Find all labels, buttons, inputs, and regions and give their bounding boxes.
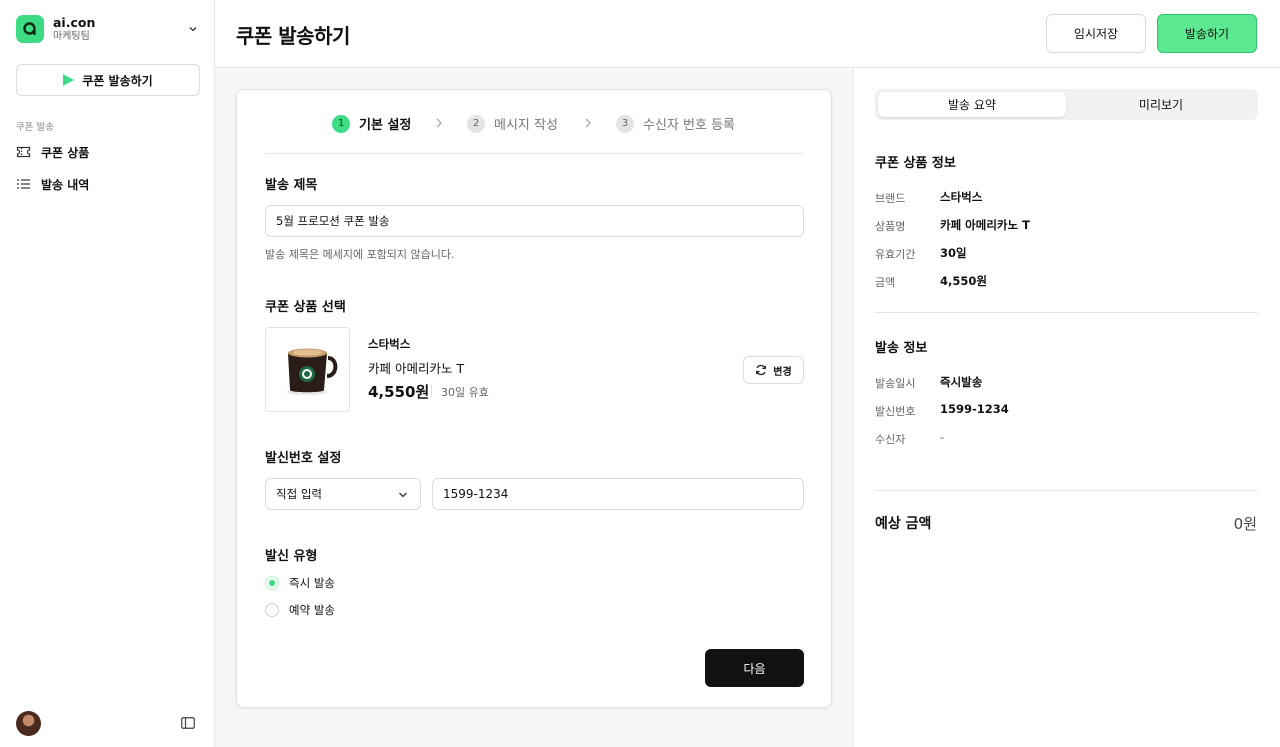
- logo-icon: [23, 22, 36, 35]
- send-type-label: 발신 유형: [265, 549, 318, 564]
- product-info-title: 쿠폰 상품 정보: [875, 156, 956, 171]
- chevron-down-icon: [399, 492, 407, 498]
- step-basic-settings[interactable]: 1 기본 설정: [332, 114, 411, 133]
- sidebar-send-coupon-label: 쿠폰 발송하기: [82, 73, 153, 88]
- next-button[interactable]: 다음: [705, 649, 804, 687]
- step-number: 1: [332, 114, 350, 133]
- info-key: 발송일시: [875, 377, 916, 390]
- tab-send-summary[interactable]: 발송 요약: [878, 92, 1066, 117]
- sender-number-input[interactable]: [432, 478, 804, 510]
- stepper: 1 기본 설정 2 메시지 작성 3 수신자 번호 등록: [265, 110, 803, 154]
- radio-label: 즉시 발송: [289, 576, 335, 590]
- send-title-helper: 발송 제목은 메세지에 포함되지 않습니다.: [265, 248, 455, 261]
- product-price: 4,550원: [368, 383, 430, 401]
- page-header: 쿠폰 발송하기 임시저장 발송하기: [215, 0, 1280, 68]
- org-switcher[interactable]: ai.con 마케팅팀: [16, 14, 200, 44]
- chevron-down-icon: [189, 27, 197, 32]
- send-title-label: 발송 제목: [265, 178, 318, 193]
- send-info-title: 발송 정보: [875, 341, 928, 356]
- step-recipient-register[interactable]: 3 수신자 번호 등록: [616, 114, 735, 133]
- step-label: 기본 설정: [359, 118, 412, 133]
- summary-panel: 발송 요약 미리보기 쿠폰 상품 정보 브랜드 스타벅스 상품명 카페 아메리카…: [853, 68, 1280, 747]
- sidebar-item-send-history[interactable]: 발송 내역: [16, 172, 200, 196]
- form-card: 1 기본 설정 2 메시지 작성 3 수신자 번호 등록 발송 제목 발송 제목…: [236, 89, 832, 708]
- radio-button[interactable]: [265, 603, 279, 617]
- radio-scheduled-send[interactable]: 예약 발송: [265, 602, 335, 618]
- step-number: 3: [616, 114, 634, 133]
- total-amount-label: 예상 금액: [875, 516, 932, 532]
- sender-type-value: 직접 입력: [276, 487, 322, 501]
- info-key: 상품명: [875, 220, 906, 233]
- radio-label: 예약 발송: [289, 603, 335, 617]
- change-product-button[interactable]: 변경: [743, 356, 804, 384]
- chevron-right-icon: [436, 118, 442, 128]
- info-key: 발신번호: [875, 405, 916, 418]
- coffee-mug-icon: [287, 348, 338, 395]
- ticket-icon: [16, 146, 31, 158]
- step-number: 2: [467, 114, 485, 133]
- send-title-input[interactable]: [265, 205, 804, 237]
- product-select-label: 쿠폰 상품 선택: [265, 300, 346, 315]
- divider: [875, 312, 1258, 313]
- step-label: 수신자 번호 등록: [643, 118, 735, 133]
- divider: [431, 385, 432, 397]
- play-icon: [63, 74, 75, 86]
- org-name: ai.con: [53, 15, 96, 30]
- info-value: 4,550원: [940, 274, 987, 288]
- sidebar-item-label: 쿠폰 상품: [41, 145, 90, 160]
- product-brand: 스타벅스: [368, 337, 411, 351]
- page-title: 쿠폰 발송하기: [236, 24, 350, 48]
- chevron-right-icon: [585, 118, 591, 128]
- product-name: 카페 아메리카노 T: [368, 361, 465, 376]
- org-logo: [16, 15, 44, 43]
- info-key: 브랜드: [875, 192, 906, 205]
- radio-immediate-send[interactable]: 즉시 발송: [265, 575, 335, 591]
- save-draft-button[interactable]: 임시저장: [1046, 14, 1146, 53]
- sender-number-label: 발신번호 설정: [265, 451, 342, 466]
- step-message-compose[interactable]: 2 메시지 작성: [467, 114, 558, 133]
- sidebar-send-coupon-button[interactable]: 쿠폰 발송하기: [16, 64, 200, 96]
- send-button[interactable]: 발송하기: [1157, 14, 1257, 53]
- divider: [875, 490, 1258, 491]
- nav-section-label: 쿠폰 발송: [16, 122, 54, 133]
- sidebar: ai.con 마케팅팀 쿠폰 발송하기 쿠폰 발송 쿠폰 상품 발송 내역: [0, 0, 215, 747]
- sidebar-collapse-icon[interactable]: [181, 717, 195, 729]
- info-value: 1599-1234: [940, 402, 1009, 416]
- sidebar-item-label: 발송 내역: [41, 177, 90, 192]
- org-team: 마케팅팀: [53, 31, 90, 42]
- sender-type-select[interactable]: 직접 입력: [265, 478, 421, 510]
- sidebar-item-coupon-products[interactable]: 쿠폰 상품: [16, 140, 200, 164]
- info-value: 카페 아메리카노 T: [940, 218, 1030, 232]
- info-value: 스타벅스: [940, 190, 983, 204]
- info-value: -: [940, 430, 945, 444]
- info-key: 수신자: [875, 433, 906, 446]
- avatar[interactable]: [16, 711, 41, 736]
- info-key: 유효기간: [875, 248, 916, 261]
- info-value: 즉시발송: [940, 375, 983, 389]
- product-validity: 30일 유효: [441, 386, 489, 399]
- total-amount-value: 0원: [1233, 515, 1257, 533]
- product-image: [265, 327, 350, 412]
- list-icon: [17, 179, 30, 189]
- change-button-label: 변경: [773, 366, 792, 378]
- step-label: 메시지 작성: [494, 118, 558, 133]
- summary-tabs: 발송 요약 미리보기: [875, 89, 1258, 120]
- radio-button[interactable]: [265, 576, 279, 590]
- app-root: ai.con 마케팅팀 쿠폰 발송하기 쿠폰 발송 쿠폰 상품 발송 내역 쿠폰…: [0, 0, 1280, 747]
- info-value: 30일: [940, 246, 967, 260]
- info-key: 금액: [875, 276, 896, 289]
- refresh-icon: [756, 364, 767, 376]
- tab-preview[interactable]: 미리보기: [1067, 92, 1255, 117]
